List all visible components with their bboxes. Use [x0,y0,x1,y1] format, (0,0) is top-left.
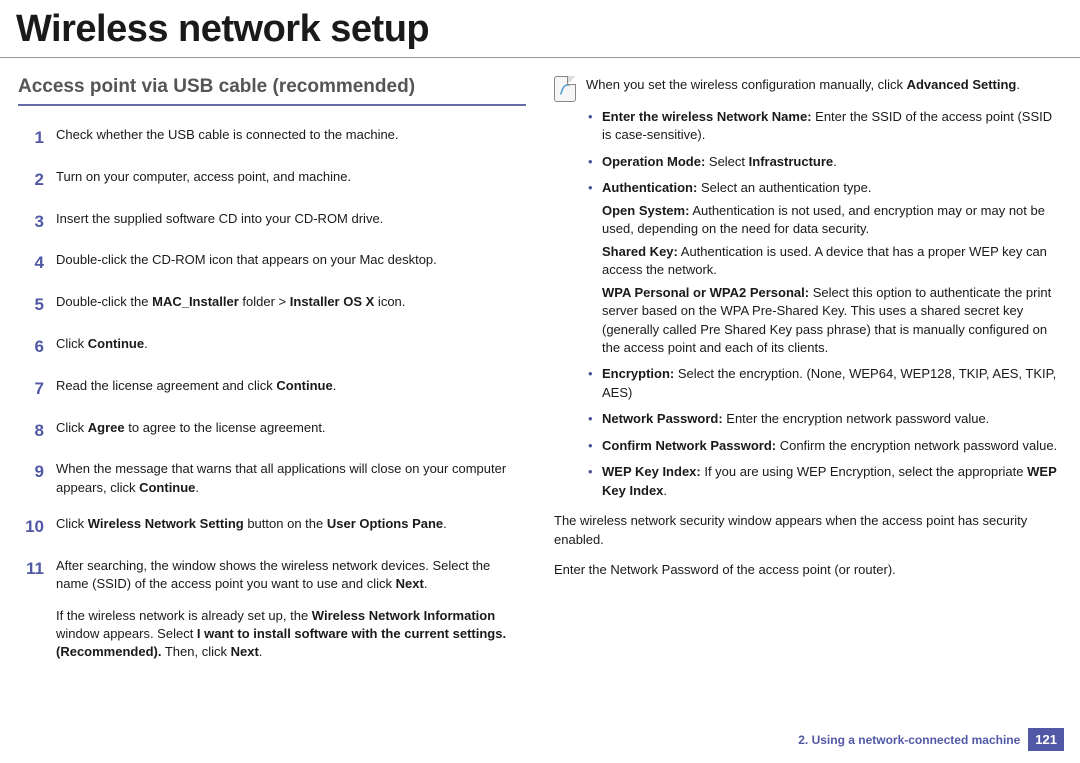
step-item: 10 Click Wireless Network Setting button … [18,515,526,539]
step-paragraph: Click Continue. [56,335,526,353]
step-number: 2 [18,168,44,192]
step-paragraph: Double-click the CD-ROM icon that appear… [56,251,526,269]
step-body: Click Continue. [56,335,526,359]
step-number: 7 [18,377,44,401]
step-item: 1 Check whether the USB cable is connecte… [18,126,526,150]
tail-paragraph: Enter the Network Password of the access… [554,561,1062,579]
step-paragraph: After searching, the window shows the wi… [56,557,526,593]
step-item: 4 Double-click the CD-ROM icon that appea… [18,251,526,275]
step-paragraph: Check whether the USB cable is connected… [56,126,526,144]
step-paragraph: Click Wireless Network Setting button on… [56,515,526,533]
step-number: 11 [18,557,44,662]
step-paragraph: Insert the supplied software CD into you… [56,210,526,228]
bullet-list: Enter the wireless Network Name: Enter t… [554,108,1062,500]
bullet-item: WEP Key Index: If you are using WEP Encr… [588,463,1062,500]
bullet-item: Authentication: Select an authentication… [588,179,1062,357]
step-body: Insert the supplied software CD into you… [56,210,526,234]
bullet-item: Encryption: Select the encryption. (None… [588,365,1062,402]
bullet-item: Enter the wireless Network Name: Enter t… [588,108,1062,145]
step-body: Double-click the MAC_Installer folder > … [56,293,526,317]
step-number: 5 [18,293,44,317]
step-item: 6 Click Continue. [18,335,526,359]
step-paragraph: Read the license agreement and click Con… [56,377,526,395]
footer-chapter: 2. Using a network-connected machine [798,733,1028,747]
step-body: Check whether the USB cable is connected… [56,126,526,150]
note-row: When you set the wireless configuration … [554,76,1062,102]
step-paragraph: Turn on your computer, access point, and… [56,168,526,186]
note-lead-text: When you set the wireless configuration … [586,76,1062,94]
step-item: 7 Read the license agreement and click Co… [18,377,526,401]
step-item: 11 After searching, the window shows the … [18,557,526,662]
bullet-item: Confirm Network Password: Confirm the en… [588,437,1062,455]
note-icon [554,76,576,102]
step-paragraph: When the message that warns that all app… [56,460,526,496]
page-footer: 2. Using a network-connected machine 121 [798,728,1064,751]
step-number: 1 [18,126,44,150]
step-list: 1 Check whether the USB cable is connecte… [18,126,526,661]
content-area: Access point via USB cable (recommended)… [0,58,1080,679]
step-number: 6 [18,335,44,359]
step-item: 5 Double-click the MAC_Installer folder >… [18,293,526,317]
step-item: 3 Insert the supplied software CD into yo… [18,210,526,234]
step-body: When the message that warns that all app… [56,460,526,496]
step-number: 8 [18,419,44,443]
step-item: 2 Turn on your computer, access point, an… [18,168,526,192]
tail-paragraph: The wireless network security window app… [554,512,1062,549]
step-item: 9 When the message that warns that all ap… [18,460,526,496]
step-item: 8 Click Agree to agree to the license agr… [18,419,526,443]
tail-paragraphs: The wireless network security window app… [554,512,1062,579]
step-body: Read the license agreement and click Con… [56,377,526,401]
step-body: Click Wireless Network Setting button on… [56,515,526,539]
step-number: 3 [18,210,44,234]
step-body: After searching, the window shows the wi… [56,557,526,662]
bullet-item: Network Password: Enter the encryption n… [588,410,1062,428]
step-number: 9 [18,460,44,496]
step-body: Turn on your computer, access point, and… [56,168,526,192]
step-number: 4 [18,251,44,275]
left-column: Access point via USB cable (recommended)… [18,76,526,679]
step-body: Double-click the CD-ROM icon that appear… [56,251,526,275]
step-paragraph: Double-click the MAC_Installer folder > … [56,293,526,311]
bullet-item: Operation Mode: Select Infrastructure. [588,153,1062,171]
section-heading: Access point via USB cable (recommended) [18,76,526,106]
page-title: Wireless network setup [0,0,1080,58]
step-body: Click Agree to agree to the license agre… [56,419,526,443]
step-number: 10 [18,515,44,539]
right-column: When you set the wireless configuration … [554,76,1062,679]
page-number: 121 [1028,728,1064,751]
step-paragraph: Click Agree to agree to the license agre… [56,419,526,437]
step-paragraph: If the wireless network is already set u… [56,607,526,662]
